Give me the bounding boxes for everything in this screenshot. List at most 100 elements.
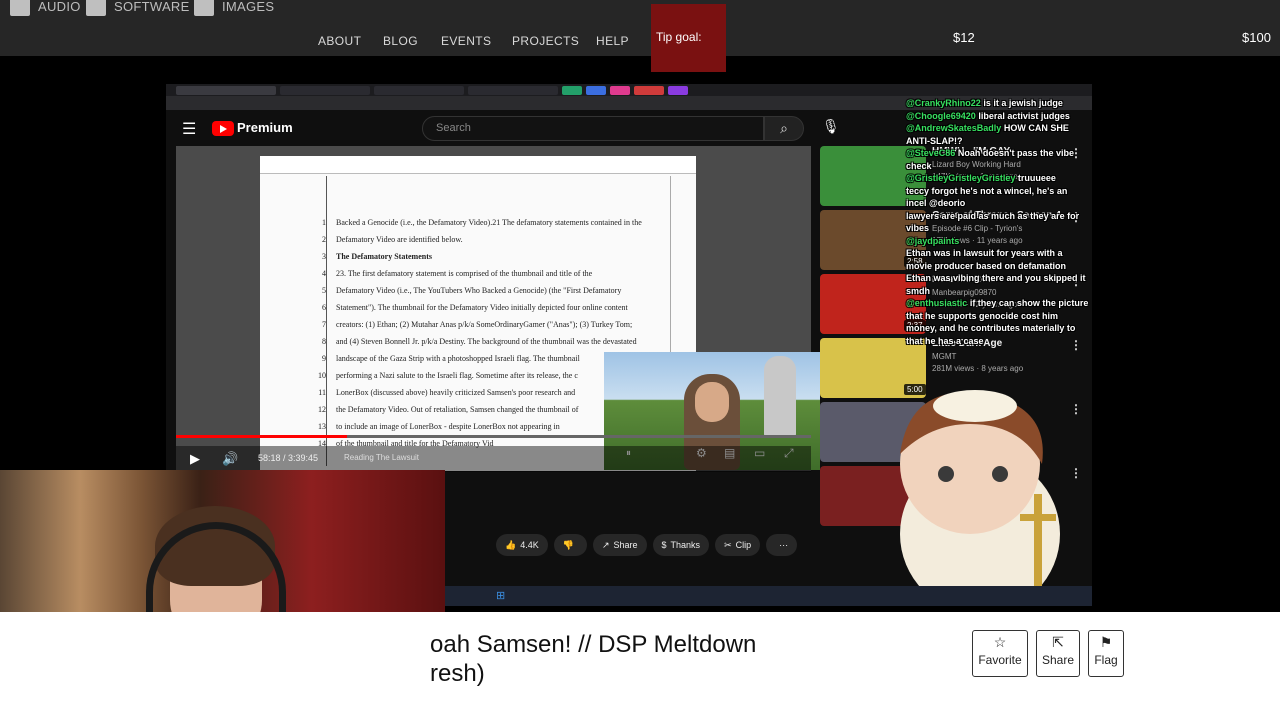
tip-goal-label: Tip goal: bbox=[651, 4, 726, 72]
chat-message: lawyers are paid as much as they are for… bbox=[906, 210, 1090, 235]
document-line: 12 the Defamatory Video. Out of retaliati… bbox=[318, 405, 579, 414]
chat-text: teccy forgot he's not a wincel, he's an … bbox=[906, 185, 1068, 209]
scissors-icon: ✂ bbox=[724, 539, 732, 550]
youtube-brand: Premium bbox=[237, 120, 293, 135]
document-line: 6 Statement"). The thumbnail for the Defa… bbox=[322, 303, 628, 312]
star-icon: ☆ bbox=[993, 634, 1007, 650]
scissors-button[interactable]: ✂ Clip bbox=[715, 534, 761, 556]
nav-link-blog[interactable]: BLOG bbox=[383, 34, 418, 48]
browser-tab[interactable] bbox=[468, 86, 558, 95]
browser-tab[interactable] bbox=[610, 86, 630, 95]
thumbs-up-icon: 👍 bbox=[505, 539, 517, 550]
nav-link-projects[interactable]: PROJECTS bbox=[512, 34, 579, 48]
chat-text: Ethan was vibing there and you skipped i… bbox=[906, 273, 1086, 296]
video-meta: 281M views · 8 years ago bbox=[932, 364, 1024, 373]
video-progress-bar[interactable] bbox=[176, 435, 811, 438]
thanks-button[interactable]: $ Thanks bbox=[652, 534, 710, 556]
thumbs-down-icon: 👎 bbox=[562, 539, 574, 550]
tip-goal-amount: $100 bbox=[1242, 30, 1271, 45]
chat-overlay: @CrankyRhino22 is it a jewish judge @Choo… bbox=[906, 97, 1090, 347]
document-line: 2 Defamatory Video are identified below. bbox=[322, 235, 463, 244]
chat-message: @SteveC86 Noah doesn't pass the vibe che… bbox=[906, 147, 1090, 172]
site-header: AUDIO SOFTWARE IMAGES ABOUT BLOG EVENTS … bbox=[0, 0, 1280, 56]
chat-message: @Choogle69420 liberal activist judges bbox=[906, 110, 1090, 123]
share-button[interactable]: ↗ Share bbox=[592, 534, 647, 556]
browser-tab[interactable] bbox=[374, 86, 464, 95]
document-line: 8 and (4) Steven Bonnell Jr. p/k/a Destin… bbox=[322, 337, 637, 346]
thanks-icon: $ bbox=[661, 540, 667, 550]
document-line: 4 23. The first defamatory statement is c… bbox=[322, 269, 593, 278]
chat-username: @GristleyGristleyGristley bbox=[906, 173, 1016, 183]
video-player[interactable]: 1 Backed a Genocide (i.e., the Defamatory… bbox=[176, 146, 820, 471]
browser-tab[interactable] bbox=[634, 86, 664, 95]
browser-tab[interactable] bbox=[280, 86, 370, 95]
chat-message: teccy forgot he's not a wincel, he's an … bbox=[906, 185, 1090, 210]
share-icon: ⇱ bbox=[1052, 634, 1064, 650]
browser-tab[interactable] bbox=[176, 86, 276, 95]
chat-message: @enthusiastic if they can show the pictu… bbox=[906, 297, 1090, 347]
document-line: 10 performing a Nazi salute to the Israel… bbox=[318, 371, 578, 380]
share-button[interactable]: ⇱ Share bbox=[1036, 630, 1080, 677]
more-button[interactable]: ··· bbox=[766, 534, 798, 556]
chat-text: Ethan was in lawsuit for years with a mo… bbox=[906, 248, 1067, 271]
video-actions: 👍 4.4K 👎 ↗ Share $ Thanks ✂ Clip ··· bbox=[496, 534, 798, 558]
nav-link-help[interactable]: HELP bbox=[596, 34, 629, 48]
chat-username: @SteveC86 bbox=[906, 148, 956, 158]
chat-username: @jaydpaints bbox=[906, 235, 960, 246]
flag-button[interactable]: ⚑ Flag bbox=[1088, 630, 1124, 677]
nav-category-audio[interactable]: AUDIO bbox=[10, 0, 81, 16]
menu-icon[interactable]: ☰ bbox=[182, 119, 196, 139]
chat-text: is it a jewish judge bbox=[983, 98, 1063, 108]
nav-link-events[interactable]: EVENTS bbox=[441, 34, 491, 48]
nav-link-about[interactable]: ABOUT bbox=[318, 34, 361, 48]
browser-tabs bbox=[166, 84, 1092, 96]
browser-tab[interactable] bbox=[668, 86, 688, 95]
progress-fill bbox=[176, 435, 348, 438]
chat-message: @AndrewSkatesBadly HOW CAN SHE ANTI-SLAP… bbox=[906, 122, 1090, 147]
share-icon: ↗ bbox=[601, 539, 610, 550]
chat-username: @CrankyRhino22 bbox=[906, 98, 981, 108]
document-line: 7 creators: (1) Ethan; (2) Mutahar Anas p… bbox=[322, 320, 633, 329]
images-icon bbox=[194, 0, 214, 16]
youtube-logo-icon[interactable] bbox=[212, 121, 234, 136]
document-line: 11 LonerBox (discussed above) heavily cri… bbox=[318, 388, 576, 397]
flag-icon: ⚑ bbox=[1099, 634, 1113, 650]
chapter-title[interactable]: Reading The Lawsuit bbox=[344, 453, 419, 462]
player-controls: ▶ 🔊 58:18 / 3:39:45 Reading The Lawsuit bbox=[176, 446, 811, 472]
software-icon bbox=[86, 0, 106, 16]
document-line: 1 Backed a Genocide (i.e., the Defamatory… bbox=[322, 218, 642, 227]
mascot-pope bbox=[900, 390, 1060, 604]
speaker-icon bbox=[10, 0, 30, 16]
chat-message: @GristleyGristleyGristley truuueee bbox=[906, 172, 1090, 185]
microphone-icon[interactable]: 🎙 bbox=[822, 118, 840, 135]
chat-text: lawyers are paid as much as they are for… bbox=[906, 210, 1080, 234]
page-body: oah Samsen! // DSP Meltdown resh) ☆ Favor… bbox=[0, 612, 1280, 720]
chat-message: Ethan was in lawsuit for years with a mo… bbox=[906, 247, 1090, 272]
video-time: 58:18 / 3:39:45 bbox=[258, 453, 319, 463]
channel-name: MGMT bbox=[932, 352, 957, 361]
play-icon[interactable]: ▶ bbox=[190, 451, 200, 467]
search-input[interactable]: Search bbox=[422, 116, 764, 141]
search-icon[interactable]: ⌕ bbox=[764, 116, 804, 141]
chat-message: @CrankyRhino22 is it a jewish judge bbox=[906, 97, 1090, 110]
browser-tab[interactable] bbox=[586, 86, 606, 95]
chat-username: @Choogle69420 bbox=[906, 110, 976, 121]
chat-username: @AndrewSkatesBadly bbox=[906, 123, 1002, 133]
nav-category-software[interactable]: SOFTWARE bbox=[86, 0, 190, 16]
volume-icon[interactable]: 🔊 bbox=[222, 451, 238, 467]
chat-text: liberal activist judges bbox=[978, 110, 1070, 121]
browser-tab[interactable] bbox=[562, 86, 582, 95]
windows-start-icon[interactable]: ⊞ bbox=[496, 589, 505, 602]
chat-username: @enthusiastic bbox=[906, 298, 968, 308]
chat-message: @jaydpaints bbox=[906, 235, 1090, 248]
tip-current: $12 bbox=[953, 30, 975, 45]
nav-category-images[interactable]: IMAGES bbox=[194, 0, 274, 16]
favorite-button[interactable]: ☆ Favorite bbox=[972, 630, 1028, 677]
chat-text: truuueee bbox=[1017, 173, 1056, 183]
thumbs-down-button[interactable]: 👎 bbox=[553, 534, 587, 556]
document-line: 13 to include an image of LonerBox - desp… bbox=[318, 422, 560, 431]
document-line: 5 Defamatory Video (i.e., The YouTubers W… bbox=[322, 286, 622, 295]
thumbs-up-button[interactable]: 👍 4.4K bbox=[496, 534, 548, 556]
document-line: 3 The Defamatory Statements bbox=[322, 252, 432, 261]
chat-message: Ethan was vibing there and you skipped i… bbox=[906, 272, 1090, 297]
